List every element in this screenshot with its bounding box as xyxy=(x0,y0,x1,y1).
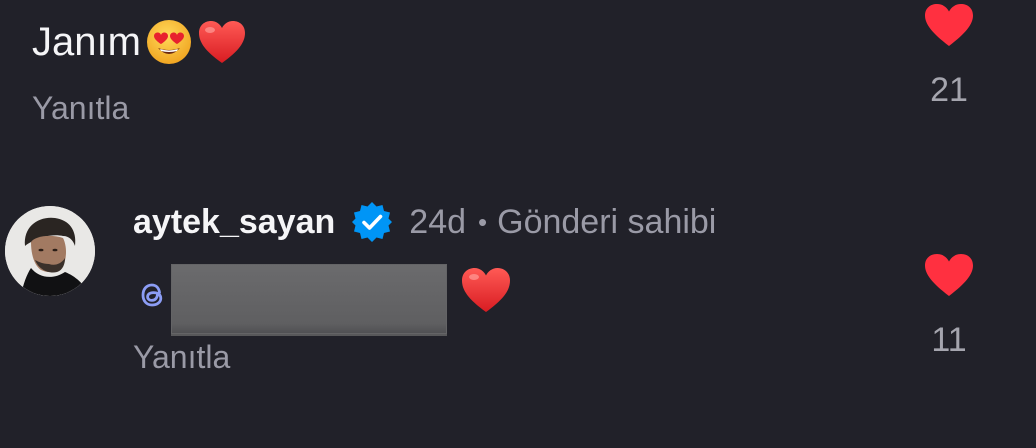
username-link[interactable]: aytek_sayan xyxy=(133,203,335,242)
reply-button[interactable]: Yanıtla xyxy=(32,88,129,128)
red-heart-icon xyxy=(198,21,245,63)
verified-badge-icon xyxy=(352,202,393,242)
avatar[interactable] xyxy=(5,206,95,296)
threads-icon[interactable] xyxy=(135,278,169,312)
comment-header: aytek_sayan 24d • Gönderi sahibi xyxy=(133,200,716,244)
timestamp: 24d xyxy=(409,202,467,241)
profile-photo xyxy=(5,206,95,296)
red-heart-icon xyxy=(462,268,510,312)
heart-filled-icon xyxy=(925,4,973,46)
heart-filled-icon xyxy=(925,254,973,296)
like-count: 21 xyxy=(930,71,968,109)
redacted-mention xyxy=(171,264,447,336)
post-owner-label: Gönderi sahibi xyxy=(497,202,717,241)
like-button[interactable] xyxy=(923,252,975,298)
comment-text: Janım xyxy=(32,12,247,72)
like-button[interactable] xyxy=(923,2,975,48)
reply-button[interactable]: Yanıtla xyxy=(133,337,230,377)
like-count: 11 xyxy=(931,321,967,359)
comment-body: Janım xyxy=(32,20,141,64)
separator-dot: • xyxy=(478,206,488,237)
smiling-face-with-heart-eyes-icon xyxy=(146,20,191,64)
